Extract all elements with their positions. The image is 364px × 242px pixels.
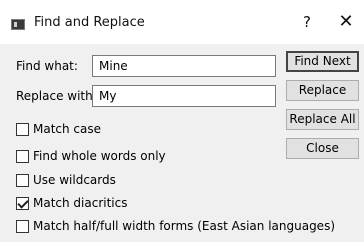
close-button[interactable]: Close [286, 138, 359, 159]
find-next-button[interactable]: Find Next [286, 51, 359, 72]
find-what-label: Find what: [16, 59, 78, 73]
replace-all-button[interactable]: Replace All [286, 109, 359, 130]
dialog-body: Find what: Replace with: Find Next Repla… [0, 44, 364, 242]
diacritics-label: Match diacritics [33, 196, 128, 210]
replace-with-input[interactable] [92, 85, 276, 107]
width-forms-label: Match half/full width forms (East Asian … [33, 219, 335, 233]
width-forms-checkbox[interactable] [16, 219, 29, 233]
wildcards-checkbox[interactable] [16, 173, 29, 187]
help-button[interactable]: ? [299, 13, 315, 31]
whole-words-checkbox[interactable] [16, 149, 29, 163]
replace-with-label: Replace with: [16, 89, 97, 103]
close-window-button[interactable]: ✕ [337, 11, 355, 32]
whole-words-label: Find whole words only [33, 149, 166, 163]
find-what-input[interactable] [92, 55, 276, 77]
title-bar: Find and Replace ? ✕ [0, 0, 364, 44]
replace-button[interactable]: Replace [286, 80, 359, 101]
option-match-case[interactable]: Match case [16, 120, 101, 138]
option-diacritics[interactable]: Match diacritics [16, 194, 128, 212]
option-whole-words[interactable]: Find whole words only [16, 147, 166, 165]
match-case-label: Match case [33, 122, 102, 136]
window-icon [11, 19, 25, 30]
match-case-checkbox[interactable] [16, 122, 29, 136]
wildcards-label: Use wildcards [33, 173, 116, 187]
diacritics-checkbox[interactable] [16, 196, 29, 210]
window-title: Find and Replace [34, 15, 145, 30]
option-width-forms[interactable]: Match half/full width forms (East Asian … [16, 217, 335, 235]
option-wildcards[interactable]: Use wildcards [16, 171, 116, 189]
